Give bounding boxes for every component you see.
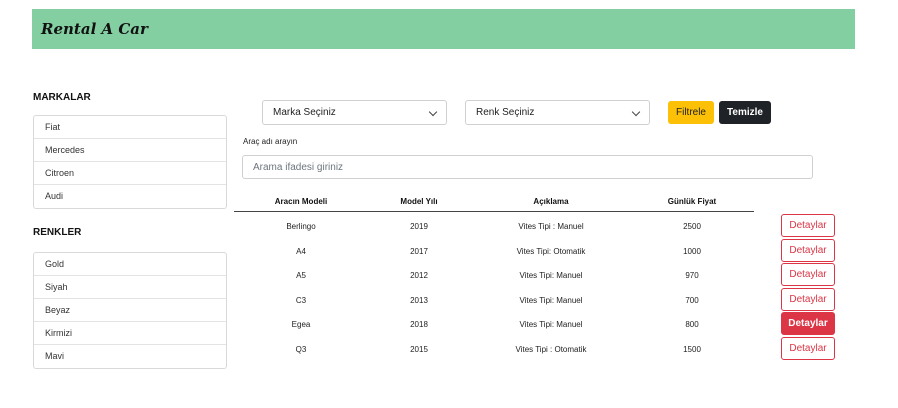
brand-item[interactable]: Fiat: [34, 116, 226, 139]
color-item[interactable]: Kirmizi: [34, 322, 226, 345]
clear-button[interactable]: Temizle: [719, 101, 771, 124]
color-item[interactable]: Siyah: [34, 276, 226, 299]
cell-model: Berlingo: [286, 222, 316, 231]
brand-item[interactable]: Audi: [34, 185, 226, 208]
cell-model: Egea: [291, 320, 311, 330]
brand-select-value: Marka Seçiniz: [273, 107, 336, 118]
cell-year: 2019: [410, 222, 428, 231]
brand-item[interactable]: Citroen: [34, 162, 226, 185]
navbar: Rental A Car: [32, 9, 855, 49]
cell-description: Vites Tipi: Manuel: [519, 271, 583, 281]
table-header-divider: [234, 211, 754, 212]
color-item[interactable]: Mavi: [34, 345, 226, 368]
brand-item[interactable]: Mercedes: [34, 139, 226, 162]
filter-button[interactable]: Filtrele: [668, 101, 714, 124]
brands-title: MARKALAR: [33, 92, 91, 103]
cell-year: 2012: [410, 271, 428, 281]
cell-year: 2015: [410, 345, 428, 354]
cell-price: 700: [685, 295, 699, 305]
chevron-down-icon: [428, 107, 438, 117]
cell-model: A4: [296, 246, 306, 256]
color-select[interactable]: Renk Seçiniz: [465, 100, 650, 125]
cell-description: Vites Tipi: Manuel: [519, 295, 583, 305]
cell-description: Vites Tipi : Otomatik: [515, 345, 587, 354]
color-item[interactable]: Beyaz: [34, 299, 226, 322]
details-button[interactable]: Detaylar: [781, 312, 835, 336]
cell-model: A5: [296, 271, 306, 281]
details-button[interactable]: Detaylar: [781, 337, 835, 360]
brand-list: Fiat Mercedes Citroen Audi: [33, 115, 227, 209]
color-list: Gold Siyah Beyaz Kirmizi Mavi: [33, 252, 227, 369]
column-header-year: Model Yılı: [400, 197, 438, 206]
cell-price: 800: [685, 320, 699, 330]
details-button[interactable]: Detaylar: [781, 238, 835, 262]
column-header-model: Aracın Modeli: [274, 197, 328, 206]
cell-description: Vites Tipi: Manuel: [519, 320, 583, 330]
column-header-price: Günlük Fiyat: [667, 197, 717, 206]
cell-year: 2013: [410, 295, 428, 305]
cell-year: 2018: [410, 320, 428, 330]
colors-title: RENKLER: [33, 227, 82, 238]
brand-select[interactable]: Marka Seçiniz: [262, 100, 447, 125]
cell-year: 2017: [410, 246, 428, 256]
cell-model: Q3: [295, 345, 307, 354]
brand-logo[interactable]: Rental A Car: [41, 20, 148, 38]
cell-price: 1000: [683, 246, 701, 256]
cell-description: Vites Tipi: Otomatik: [516, 246, 586, 256]
details-button[interactable]: Detaylar: [781, 287, 835, 311]
color-item[interactable]: Gold: [34, 253, 226, 276]
cell-price: 1500: [683, 345, 701, 354]
details-button[interactable]: Detaylar: [781, 214, 835, 237]
cell-price: 970: [685, 271, 699, 281]
cell-price: 2500: [683, 222, 701, 231]
column-header-description: Açıklama: [533, 197, 569, 206]
details-button[interactable]: Detaylar: [781, 263, 835, 287]
search-input[interactable]: [242, 155, 813, 179]
chevron-down-icon: [631, 107, 641, 117]
search-label: Araç adı arayın: [243, 137, 298, 146]
color-select-value: Renk Seçiniz: [476, 107, 535, 118]
cell-model: C3: [295, 295, 307, 305]
cell-description: Vites Tipi : Manuel: [518, 222, 584, 231]
